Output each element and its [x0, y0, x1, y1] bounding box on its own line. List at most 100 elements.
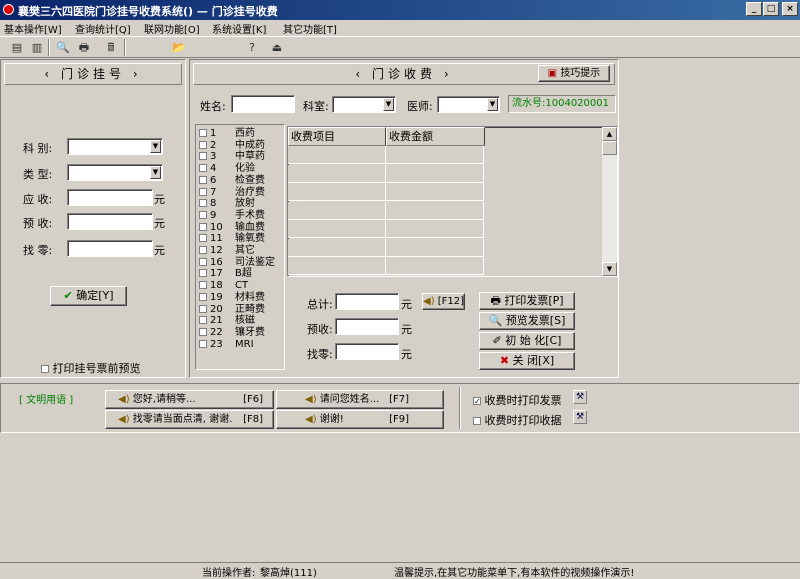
category-checkbox[interactable] [199, 316, 207, 325]
category-checkbox[interactable] [199, 175, 207, 184]
category-item[interactable]: 23 MRI [199, 339, 254, 350]
category-checkbox[interactable] [199, 222, 207, 231]
category-item[interactable]: 18 CT [199, 281, 248, 291]
table-cell[interactable] [288, 146, 386, 164]
print-invoice-option[interactable]: ✓ 收费时打印发票 [473, 392, 562, 408]
search-icon[interactable]: 🔍 [54, 39, 72, 56]
vertical-scrollbar[interactable]: ▲ ▼ [602, 127, 617, 276]
dept-select[interactable]: ▼ [67, 138, 163, 155]
table-cell[interactable] [386, 201, 484, 220]
category-checkbox[interactable] [199, 140, 207, 149]
menu-query[interactable]: 查询统计[Q] [75, 21, 131, 36]
preview-checkbox[interactable] [41, 365, 49, 373]
dept-select[interactable]: ▼ [332, 96, 396, 113]
category-checkbox[interactable] [199, 234, 207, 243]
table-cell[interactable] [386, 164, 484, 183]
category-item[interactable]: 6 检查费 [199, 175, 265, 186]
category-checkbox[interactable] [199, 199, 207, 208]
type-select[interactable]: ▼ [67, 164, 163, 181]
category-item[interactable]: 8 放射 [199, 199, 255, 209]
help-icon[interactable]: ? [243, 39, 261, 56]
close-window-button[interactable]: × [782, 2, 798, 16]
category-item[interactable]: 17 B超 [199, 269, 252, 279]
confirm-button[interactable]: ✔ 确定[Y] [50, 286, 127, 306]
category-checkbox[interactable] [199, 210, 207, 219]
category-checkbox[interactable] [199, 269, 207, 278]
category-item[interactable]: 11 输氧费 [199, 234, 265, 244]
print-receipt-checkbox[interactable] [473, 417, 481, 425]
tips-button[interactable]: ▣ 技巧提示 [538, 65, 610, 82]
category-checkbox[interactable] [199, 187, 207, 196]
due-input[interactable] [67, 189, 153, 206]
name-input[interactable] [231, 95, 295, 113]
total-input[interactable] [335, 293, 399, 310]
table-cell[interactable] [288, 164, 386, 183]
exit-icon[interactable]: ⏏ [268, 39, 286, 56]
category-checkbox[interactable] [199, 152, 207, 161]
table-cell[interactable] [386, 238, 484, 257]
scroll-thumb[interactable] [602, 141, 617, 155]
category-checkbox[interactable] [199, 281, 207, 290]
scroll-up-icon[interactable]: ▲ [602, 127, 617, 141]
table-cell[interactable] [288, 201, 386, 220]
f12-button[interactable]: ◀) [F12] [422, 293, 465, 310]
print-invoice-checkbox[interactable]: ✓ [473, 397, 481, 406]
menu-other[interactable]: 其它功能[T] [283, 21, 337, 36]
category-item[interactable]: 2 中成药 [199, 140, 265, 151]
charge-icon[interactable]: ▥ [28, 39, 46, 56]
preview-option[interactable]: 打印挂号票前预览 [41, 360, 141, 376]
menu-basic[interactable]: 基本操作[W] [4, 21, 62, 36]
doctor-select[interactable]: ▼ [437, 96, 500, 113]
column-header-amount[interactable]: 收费金额 [386, 127, 485, 146]
category-item[interactable]: 9 手术费 [199, 210, 265, 221]
phrase-button-f6[interactable]: ◀) 您好,请稍等... [F6] [105, 390, 274, 409]
print-invoice-button[interactable]: 🖶 打印发票[P] [479, 292, 575, 310]
category-item[interactable]: 16 司法鉴定 [199, 257, 275, 268]
chevron-down-icon[interactable]: ▼ [150, 140, 161, 153]
preview-invoice-button[interactable]: 🔍 预览发票[S] [479, 312, 575, 330]
phrase-button-f8[interactable]: ◀) 找零请当面点清, 谢谢. [F8] [105, 410, 274, 429]
category-checkbox[interactable] [199, 129, 207, 137]
register-icon[interactable]: ▤ [8, 39, 26, 56]
table-cell[interactable] [386, 220, 484, 238]
change-input[interactable] [67, 240, 153, 257]
charge-prepaid-input[interactable] [335, 318, 399, 335]
table-cell[interactable] [288, 183, 386, 201]
chevron-down-icon[interactable]: ▼ [487, 98, 498, 111]
minimize-button[interactable]: _ [746, 2, 762, 16]
phrase-button-f9[interactable]: ◀) 谢谢! [F9] [276, 410, 444, 429]
category-item[interactable]: 22 镶牙费 [199, 327, 265, 338]
category-item[interactable]: 19 材料费 [199, 292, 265, 303]
menu-settings[interactable]: 系统设置[K] [212, 21, 266, 36]
charge-change-input[interactable] [335, 343, 399, 360]
table-cell[interactable] [288, 257, 386, 275]
table-cell[interactable] [288, 220, 386, 238]
category-item[interactable]: 1 西药 [199, 129, 255, 139]
category-item[interactable]: 3 中草药 [199, 152, 265, 162]
invoice-settings-icon[interactable]: ⚒ [573, 390, 587, 404]
folder-icon[interactable]: 📂 [170, 39, 188, 56]
category-item[interactable]: 20 正畸费 [199, 304, 265, 315]
close-button[interactable]: ✖ 关 闭[X] [479, 352, 575, 370]
category-checkbox[interactable] [199, 164, 207, 173]
category-item[interactable]: 12 其它 [199, 246, 255, 256]
category-item[interactable]: 21 核磁 [199, 316, 255, 326]
maximize-button[interactable]: □ [763, 2, 779, 16]
table-cell[interactable] [288, 238, 386, 257]
table-cell[interactable] [386, 257, 484, 275]
scroll-down-icon[interactable]: ▼ [602, 262, 617, 276]
category-item[interactable]: 7 治疗费 [199, 187, 265, 198]
category-checkbox[interactable] [199, 257, 207, 266]
category-checkbox[interactable] [199, 246, 207, 254]
print-icon[interactable]: 🖶 [75, 39, 93, 56]
table-cell[interactable] [386, 146, 484, 164]
charge-items-table[interactable]: 收费项目 收费金额 ▲ ▼ [287, 126, 618, 277]
category-checkbox[interactable] [199, 292, 207, 301]
table-cell[interactable] [386, 183, 484, 201]
phrase-button-f7[interactable]: ◀) 请问您姓名... [F7] [276, 390, 444, 409]
chevron-down-icon[interactable]: ▼ [150, 166, 161, 179]
prepaid-input[interactable] [67, 213, 153, 230]
print-receipt-option[interactable]: 收费时打印收据 [473, 412, 562, 428]
receipt-settings-icon[interactable]: ⚒ [573, 410, 587, 424]
calculator-icon[interactable]: 🖩 [102, 39, 120, 56]
